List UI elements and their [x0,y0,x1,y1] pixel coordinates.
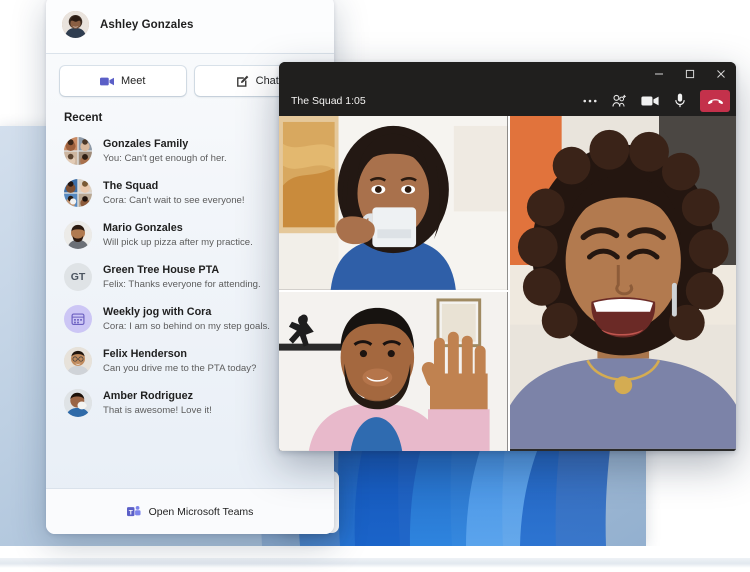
participant-video-man-waving [279,292,507,451]
list-item-preview: You: Can't get enough of her. [103,152,227,165]
list-item-text: Gonzales Family You: Can't get enough of… [103,137,227,165]
meet-button[interactable]: Meet [60,66,186,96]
call-title: The Squad 1:05 [291,95,573,107]
add-person-icon [612,94,628,108]
flyout-user-name: Ashley Gonzales [100,19,194,31]
toggle-camera-button[interactable] [636,89,663,113]
avatar-photo [64,347,92,375]
participant-tile-man-waving[interactable] [279,290,508,451]
list-item-title: Mario Gonzales [103,221,253,236]
meet-button-label: Meet [121,75,145,87]
list-item-text: Mario Gonzales Will pick up pizza after … [103,221,253,249]
chat-button-label: Chat [256,75,279,87]
flyout-header: Ashley Gonzales [46,0,334,54]
avatar-felix-henderson [64,347,92,375]
user-avatar[interactable] [62,11,89,38]
participant-grid [279,116,736,451]
list-item-title: Amber Rodriguez [103,389,212,404]
user-avatar-photo [62,11,89,38]
call-toolbar: The Squad 1:05 [279,85,736,116]
list-item-title: Weekly jog with Cora [103,305,270,320]
list-item-preview: Can you drive me to the PTA today? [103,362,256,375]
close-button[interactable] [705,62,736,85]
list-item-title: Gonzales Family [103,137,227,152]
avatar-photo [64,389,92,417]
participant-tile-woman-laughing[interactable] [508,116,737,451]
group-avatar-art [64,137,92,165]
ellipsis-icon [583,99,597,103]
list-item-preview: Cora: Can't wait to see everyone! [103,194,245,207]
maximize-button[interactable] [674,62,705,85]
open-microsoft-teams-label: Open Microsoft Teams [149,506,254,518]
video-camera-icon [641,95,659,107]
video-camera-icon [100,76,114,87]
screenshot-root: ^ 9:26 AM 10/4/2021 [0,0,750,572]
group-avatar-the-squad [64,179,92,207]
participant-video-woman-laughing [510,116,736,449]
avatar-amber-rodriguez [64,389,92,417]
avatar-mario-gonzales [64,221,92,249]
toggle-mic-button[interactable] [666,89,693,113]
open-microsoft-teams-button[interactable]: T Open Microsoft Teams [46,488,334,534]
participant-tile-woman-with-mug[interactable] [279,116,508,290]
microphone-icon [674,93,686,108]
svg-text:T: T [128,509,132,516]
avatar-green-tree-house-pta: GT [64,263,92,291]
list-item-preview: Will pick up pizza after my practice. [103,236,253,249]
video-call-window: The Squad 1:05 [279,62,736,451]
hang-up-icon [707,95,724,106]
add-people-button[interactable] [606,89,633,113]
calendar-icon [64,305,92,333]
laptop-base-strip [0,558,750,568]
grid-right-column [508,116,737,451]
list-item-title: Green Tree House PTA [103,263,261,278]
list-item-title: The Squad [103,179,245,194]
more-options-button[interactable] [576,89,603,113]
participant-video-woman-with-mug [279,116,507,290]
minimize-button[interactable] [643,62,674,85]
grid-left-column [279,116,508,451]
list-item-preview: Felix: Thanks everyone for attending. [103,278,261,291]
list-item-text: Amber Rodriguez That is awesome! Love it… [103,389,212,417]
list-item-title: Felix Henderson [103,347,256,362]
group-avatar-art [64,179,92,207]
avatar-photo [64,221,92,249]
hang-up-button[interactable] [700,90,730,112]
calendar-glyph [71,312,85,326]
compose-chat-icon [236,75,249,88]
group-avatar-gonzales-family [64,137,92,165]
window-chrome [279,62,736,85]
list-item-text: The Squad Cora: Can't wait to see everyo… [103,179,245,207]
microsoft-teams-icon: T [127,505,141,518]
list-item-preview: That is awesome! Love it! [103,404,212,417]
list-item-text: Weekly jog with Cora Cora: I am so behin… [103,305,270,333]
list-item-text: Green Tree House PTA Felix: Thanks every… [103,263,261,291]
list-item-text: Felix Henderson Can you drive me to the … [103,347,256,375]
list-item-preview: Cora: I am so behind on my step goals. [103,320,270,333]
